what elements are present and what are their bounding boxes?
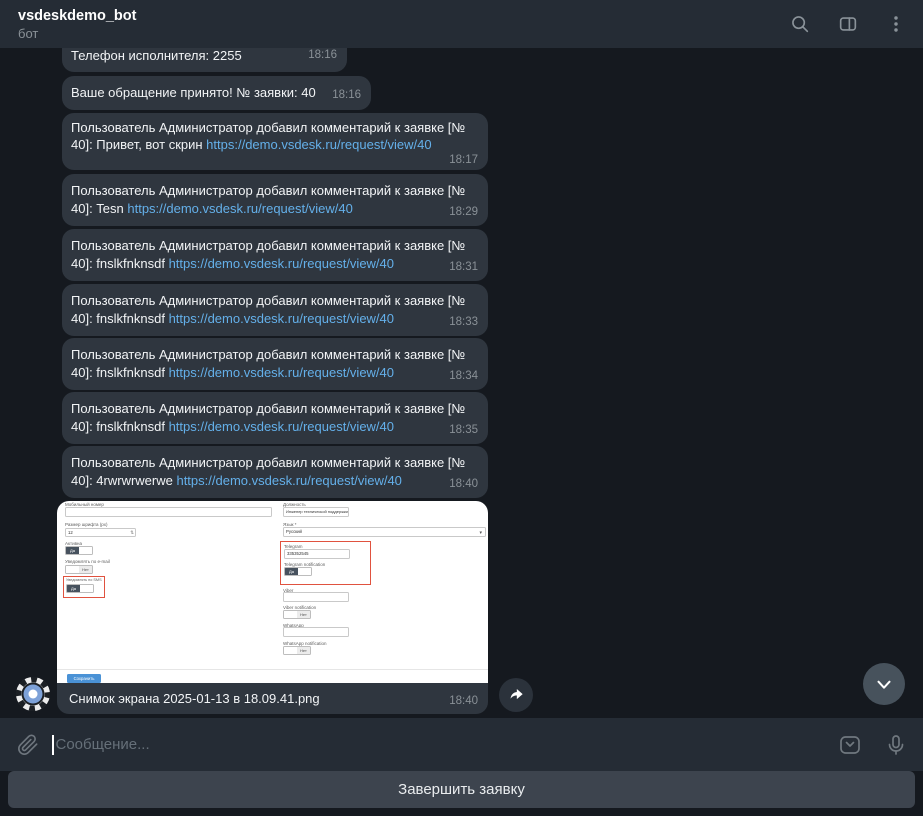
gear-avatar-icon [15, 676, 51, 712]
message-bubble[interactable]: Пользователь Администратор добавил комме… [62, 446, 488, 498]
bot-avatar[interactable] [15, 676, 51, 712]
finish-request-label: Завершить заявку [398, 781, 525, 798]
attach-button[interactable] [16, 733, 40, 757]
photo-caption: Снимок экрана 2025-01-13 в 18.09.41.png [69, 691, 320, 706]
search-button[interactable] [789, 13, 811, 35]
message-time: 18:34 [449, 369, 478, 382]
photo-attachment[interactable]: Мобильный номер Размер шрифта (px) 12 ⇅ … [57, 501, 488, 683]
message-bubble[interactable]: Ваше обращение принято! № заявки: 40 18:… [62, 76, 371, 110]
screenshot-mobile-input [65, 507, 272, 517]
message-bubble[interactable]: Пользователь Администратор добавил комме… [62, 229, 488, 281]
request-link[interactable]: https://demo.vsdesk.ru/request/view/40 [169, 419, 394, 434]
text-cursor [52, 734, 54, 755]
paperclip-icon [18, 733, 38, 755]
request-link[interactable]: https://demo.vsdesk.ru/request/view/40 [169, 256, 394, 271]
screenshot-viber-input [283, 592, 349, 602]
split-view-icon [839, 17, 857, 31]
message-text: Ваше обращение принято! № заявки: 40 [71, 85, 316, 100]
split-view-button[interactable] [837, 13, 859, 35]
screenshot-sms-label: Уведомлять по SMS [66, 578, 102, 582]
screenshot-whatsapp-notification-toggle: Нет [283, 646, 311, 655]
message-time: 18:17 [449, 154, 478, 166]
forward-button[interactable] [499, 678, 533, 712]
more-menu-button[interactable] [885, 13, 907, 35]
chat-info[interactable]: vsdeskdemo_bot бот [18, 8, 136, 41]
chat-title: vsdeskdemo_bot [18, 7, 137, 24]
chevron-down-icon [877, 680, 891, 689]
message-bubble[interactable]: Пользователь Администратор добавил комме… [62, 338, 488, 390]
request-link[interactable]: https://demo.vsdesk.ru/request/view/40 [127, 201, 352, 216]
message-time: 18:29 [449, 205, 478, 218]
voice-message-button[interactable] [883, 732, 909, 758]
message-time: 18:40 [449, 477, 478, 490]
screenshot-caret-icon: ▾ [479, 530, 482, 536]
message-time: 18:40 [449, 695, 478, 707]
screenshot-spinner-icon: ⇅ [130, 530, 134, 535]
screenshot-email-label: Уведомлять по e-mail [65, 559, 110, 564]
screenshot-email-toggle: Нет [65, 565, 93, 574]
message-time: 18:16 [308, 48, 337, 61]
finish-request-button[interactable]: Завершить заявку [8, 771, 915, 808]
screenshot-language-select: Русский ▾ [283, 527, 486, 537]
screenshot-telegram-notification-toggle: Да [284, 567, 312, 576]
message-bubble[interactable]: Пользователь Администратор добавил комме… [62, 174, 488, 226]
screenshot-position-input: Инженер технической поддержки [283, 507, 349, 517]
message-time: 18:31 [449, 260, 478, 273]
request-link[interactable]: https://demo.vsdesk.ru/request/view/40 [176, 473, 401, 488]
kebab-menu-icon [894, 16, 898, 32]
message-bubble[interactable]: Пользователь Администратор добавил комме… [62, 392, 488, 444]
keyboard-hide-icon [840, 735, 860, 754]
chat-subtitle: бот [18, 25, 39, 41]
microphone-icon [888, 734, 904, 755]
message-time: 18:16 [332, 88, 361, 101]
screenshot-font-size-input: 12 ⇅ [65, 528, 136, 537]
screenshot-telegram-input: 335352545 [284, 549, 350, 559]
request-link[interactable]: https://demo.vsdesk.ru/request/view/40 [169, 311, 394, 326]
screenshot-active-toggle: Да [65, 546, 93, 555]
bot-keyboard-button[interactable] [837, 732, 863, 758]
screenshot-viber-notification-toggle: Нет [283, 610, 311, 619]
search-icon [792, 16, 809, 33]
request-link[interactable]: https://demo.vsdesk.ru/request/view/40 [206, 137, 431, 152]
screenshot-font-size-label: Размер шрифта (px) [65, 522, 108, 527]
screenshot-save-button: Сохранить [67, 674, 101, 683]
message-time: 18:33 [449, 315, 478, 328]
screenshot-sms-toggle: Да [66, 584, 94, 593]
forward-icon [510, 689, 523, 700]
photo-caption-bar: Снимок экрана 2025-01-13 в 18.09.41.png … [57, 683, 488, 714]
chat-header: vsdeskdemo_bot бот [0, 0, 923, 48]
photo-message[interactable]: Мобильный номер Размер шрифта (px) 12 ⇅ … [57, 501, 488, 714]
screenshot-whatsapp-input [283, 627, 349, 637]
scroll-to-bottom-button[interactable] [863, 663, 905, 705]
message-bubble[interactable]: Пользователь Администратор добавил комме… [62, 284, 488, 336]
message-composer [0, 718, 923, 771]
message-text: Телефон исполнителя: 2255 [71, 47, 242, 63]
message-time: 18:35 [449, 423, 478, 436]
message-bubble[interactable]: Пользователь Администратор добавил комме… [62, 113, 488, 170]
request-link[interactable]: https://demo.vsdesk.ru/request/view/40 [169, 365, 394, 380]
message-input[interactable] [55, 736, 616, 753]
screenshot-divider [57, 669, 488, 670]
